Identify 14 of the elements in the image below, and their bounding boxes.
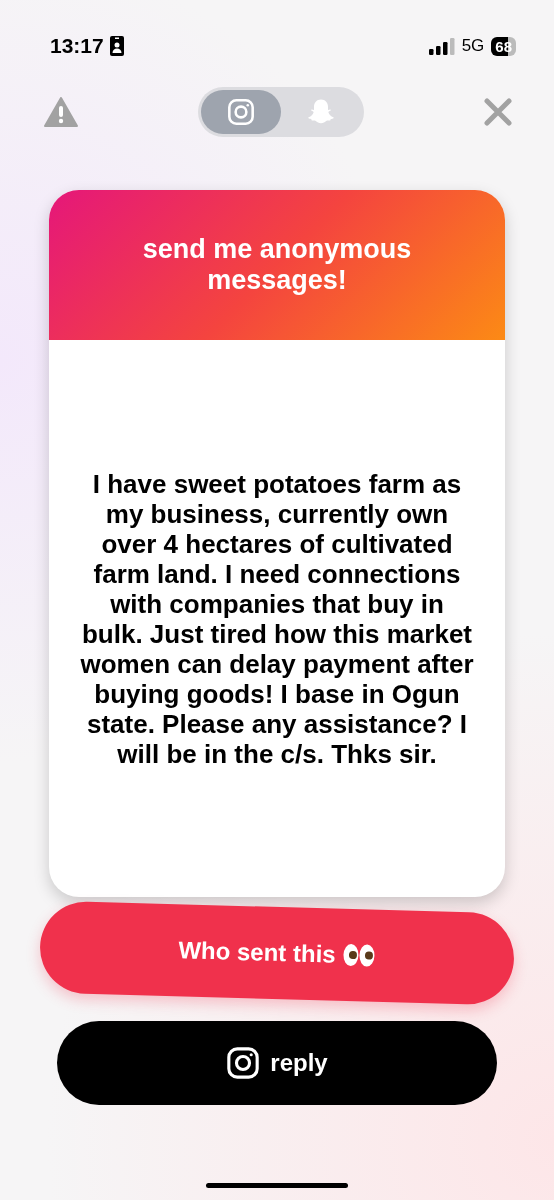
instagram-icon xyxy=(227,98,255,126)
share-tab[interactable] xyxy=(201,90,281,134)
message-text: I have sweet potatoes farm as my business, currently own over 4 hectares of cultivated farm land. I need connections with companies that buy in bulk. Just tired how this market women can delay payment after buying goods! I base in Ogun state. Please any assistance? I will be in the c/s. Thks sir. xyxy=(79,468,475,769)
reply-button[interactable]: reply xyxy=(57,1021,497,1105)
card-title: send me anonymous messages! xyxy=(141,234,413,296)
who-sent-button[interactable]: Who sent this xyxy=(38,900,516,1006)
instagram-icon xyxy=(226,1046,261,1080)
id-card-icon xyxy=(109,36,124,56)
close-icon[interactable] xyxy=(484,98,512,126)
eyes-icon xyxy=(341,942,376,968)
warning-icon[interactable] xyxy=(44,97,78,127)
status-time: 13:17 xyxy=(50,34,104,58)
signal-icon xyxy=(428,37,455,55)
network-label: 5G xyxy=(461,36,485,56)
